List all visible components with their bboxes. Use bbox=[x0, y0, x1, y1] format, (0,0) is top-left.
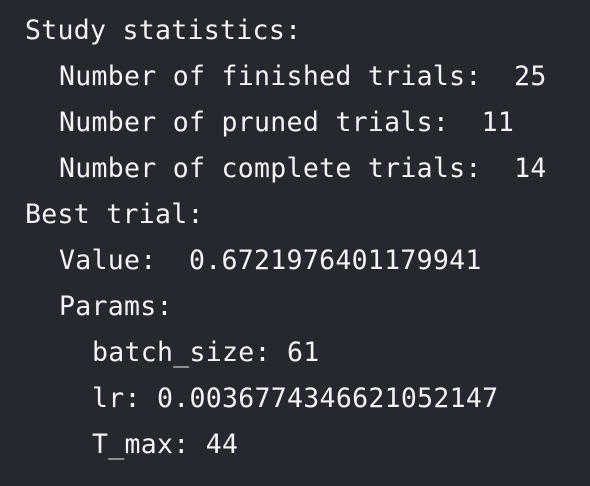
params-heading: Params: bbox=[59, 291, 173, 322]
best-value-line: Value: 0.6721976401179941 bbox=[59, 245, 482, 276]
finished-trials-line: Number of finished trials: 25 bbox=[59, 61, 547, 92]
complete-trials-line: Number of complete trials: 14 bbox=[59, 153, 547, 184]
best-trial-heading: Best trial: bbox=[25, 199, 204, 230]
study-statistics-heading: Study statistics: bbox=[25, 15, 302, 46]
param-lr-line: lr: 0.0036774346621052147 bbox=[92, 383, 499, 414]
param-batch-size-line: batch_size: 61 bbox=[92, 337, 320, 368]
pruned-trials-line: Number of pruned trials: 11 bbox=[59, 107, 515, 138]
terminal-output: Study statistics: Number of finished tri… bbox=[25, 8, 585, 478]
param-t-max-line: T_max: 44 bbox=[92, 429, 239, 460]
